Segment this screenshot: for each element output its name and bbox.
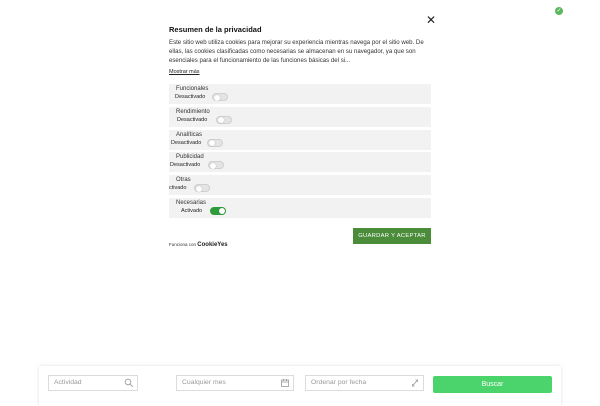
toggle-rendimiento[interactable] <box>216 115 232 124</box>
save-and-accept-button[interactable]: GUARDAR Y ACEPTAR <box>353 228 431 244</box>
category-funcionales[interactable]: Funcionales Desactivado <box>169 84 431 104</box>
modal-description: Este sitio web utiliza cookies para mejo… <box>169 39 424 64</box>
category-name: Analíticas <box>176 131 203 138</box>
close-icon[interactable]: ✕ <box>425 14 437 26</box>
category-status: Desactivado <box>171 139 202 146</box>
category-status: Activado <box>181 207 203 214</box>
activity-search-bar: Actividad Cualquier mes Ordenar por fech… <box>39 366 561 406</box>
category-name: Publicidad <box>176 154 204 161</box>
search-icon <box>124 378 134 388</box>
toggle-publicidad[interactable] <box>208 161 224 170</box>
activity-placeholder: Actividad <box>54 379 82 386</box>
toggle-knob <box>208 140 215 147</box>
category-analiticas[interactable]: Analíticas Desactivado <box>169 129 431 150</box>
activity-field[interactable]: Actividad <box>48 375 138 391</box>
toggle-knob <box>217 117 224 124</box>
sort-icon <box>412 379 418 387</box>
month-placeholder: Cualquier mes <box>182 379 226 386</box>
toggle-knob <box>195 185 202 192</box>
cookieyes-logo[interactable]: CookieYes <box>197 242 227 248</box>
powered-by-label: Funciona con <box>169 242 197 247</box>
toggle-necesarias[interactable] <box>210 206 226 215</box>
category-otras[interactable]: Otras ctivado <box>169 175 431 196</box>
modal-title: Resumen de la privacidad <box>169 25 262 34</box>
show-more-link[interactable]: Mostrar más <box>169 69 200 75</box>
category-necesarias[interactable]: Necesarias Activado <box>169 197 431 218</box>
toggle-knob <box>218 208 225 215</box>
category-rendimiento[interactable]: Rendimiento Desactivado <box>169 106 431 127</box>
category-name: Necesarias <box>176 199 207 206</box>
toggle-otras[interactable] <box>194 184 210 193</box>
toggle-analiticas[interactable] <box>207 138 223 147</box>
category-publicidad[interactable]: Publicidad Desactivado <box>169 152 431 173</box>
order-field[interactable]: Ordenar por fecha <box>305 375 424 391</box>
notification-badge[interactable]: ✓ <box>555 7 563 15</box>
calendar-icon <box>281 379 289 387</box>
category-status: ctivado <box>169 185 187 192</box>
toggle-knob <box>213 94 220 101</box>
search-button[interactable]: Buscar <box>433 376 552 393</box>
cookie-category-list: Funcionales Desactivado Rendimiento Desa… <box>169 84 431 221</box>
category-name: Rendimiento <box>176 108 210 115</box>
powered-by: Funciona con CookieYes <box>169 242 228 248</box>
category-name: Otras <box>176 177 191 184</box>
check-icon: ✓ <box>556 8 562 14</box>
category-name: Funcionales <box>176 86 209 92</box>
toggle-knob <box>209 162 216 169</box>
privacy-modal: ✕ Resumen de la privacidad Este sitio we… <box>161 12 439 257</box>
category-status: Desactivado <box>170 162 201 169</box>
order-placeholder: Ordenar por fecha <box>311 379 367 386</box>
category-status: Desactivado <box>175 94 206 100</box>
category-status: Desactivado <box>177 116 208 123</box>
toggle-funcionales[interactable] <box>212 93 228 101</box>
month-field[interactable]: Cualquier mes <box>176 375 294 391</box>
